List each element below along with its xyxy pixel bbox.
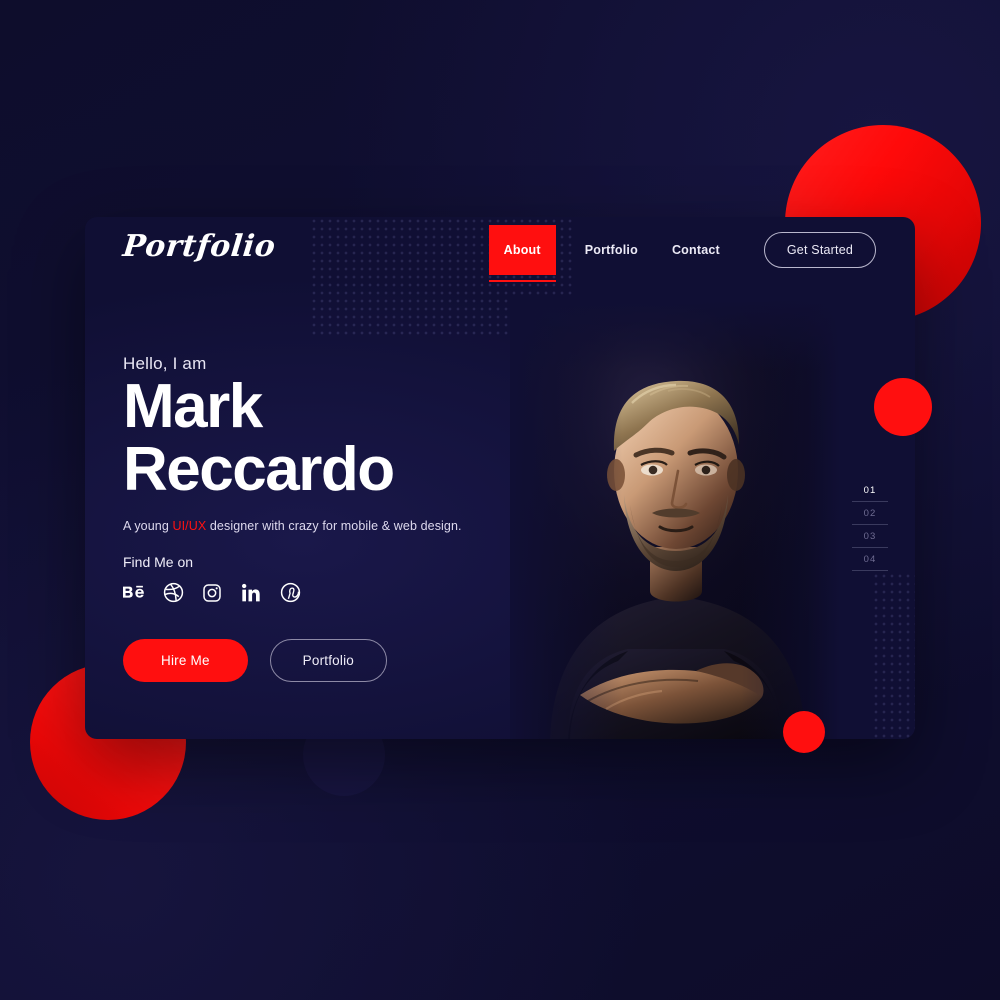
pager-number: 02 xyxy=(863,508,877,519)
hero-greeting: Hello, I am xyxy=(123,354,207,373)
brand-logo[interactable]: Portfolio xyxy=(121,229,277,264)
decorative-red-dot-mid xyxy=(874,378,932,436)
hire-me-button[interactable]: Hire Me xyxy=(123,638,248,682)
portfolio-button[interactable]: Portfolio xyxy=(269,638,387,682)
behance-icon[interactable] xyxy=(123,582,145,604)
nav-item-contact[interactable]: Contact xyxy=(655,217,737,283)
tagline-prefix: A young xyxy=(123,518,173,533)
nav-item-portfolio[interactable]: Portfolio xyxy=(568,217,655,283)
slide-pager: 01 02 03 04 xyxy=(849,479,891,571)
pager-item-01[interactable]: 01 xyxy=(849,479,891,502)
pinterest-icon[interactable] xyxy=(279,582,301,604)
pager-item-04[interactable]: 04 xyxy=(849,548,891,571)
pager-item-02[interactable]: 02 xyxy=(849,502,891,525)
hero-card: Portfolio About Portfolio Contact Get St… xyxy=(85,217,915,739)
pager-item-03[interactable]: 03 xyxy=(849,525,891,548)
dot-pattern-right xyxy=(872,572,915,739)
pager-number: 01 xyxy=(863,485,877,496)
mockup-canvas: Portfolio About Portfolio Contact Get St… xyxy=(0,0,1000,1000)
social-links xyxy=(123,582,523,604)
find-me-label: Find Me on xyxy=(123,553,194,570)
hero-tagline: A young UI/UX designer with crazy for mo… xyxy=(123,519,523,533)
linkedin-icon[interactable] xyxy=(240,582,262,604)
hero-name-line-1: Mark xyxy=(123,372,263,441)
hero-content: Hello, I am Mark Reccardo A young UI/UX … xyxy=(123,354,523,682)
nav-item-about[interactable]: About xyxy=(488,225,556,282)
tagline-highlight: UI/UX xyxy=(172,518,207,533)
decorative-red-dot-low xyxy=(783,711,825,753)
portrait-photo xyxy=(510,299,840,739)
tagline-suffix: designer with crazy for mobile & web des… xyxy=(206,518,462,533)
portrait-illustration xyxy=(510,299,840,739)
pager-number: 03 xyxy=(863,531,877,542)
get-started-button[interactable]: Get Started xyxy=(763,232,876,268)
nav-links: About Portfolio Contact Get Started xyxy=(488,217,876,283)
main-navigation: Portfolio About Portfolio Contact Get St… xyxy=(85,217,915,283)
cta-buttons: Hire Me Portfolio xyxy=(123,638,523,682)
pager-number: 04 xyxy=(863,554,877,565)
hero-name-line-2: Reccardo xyxy=(123,435,395,505)
instagram-icon[interactable] xyxy=(201,582,223,604)
dribbble-icon[interactable] xyxy=(162,582,184,604)
